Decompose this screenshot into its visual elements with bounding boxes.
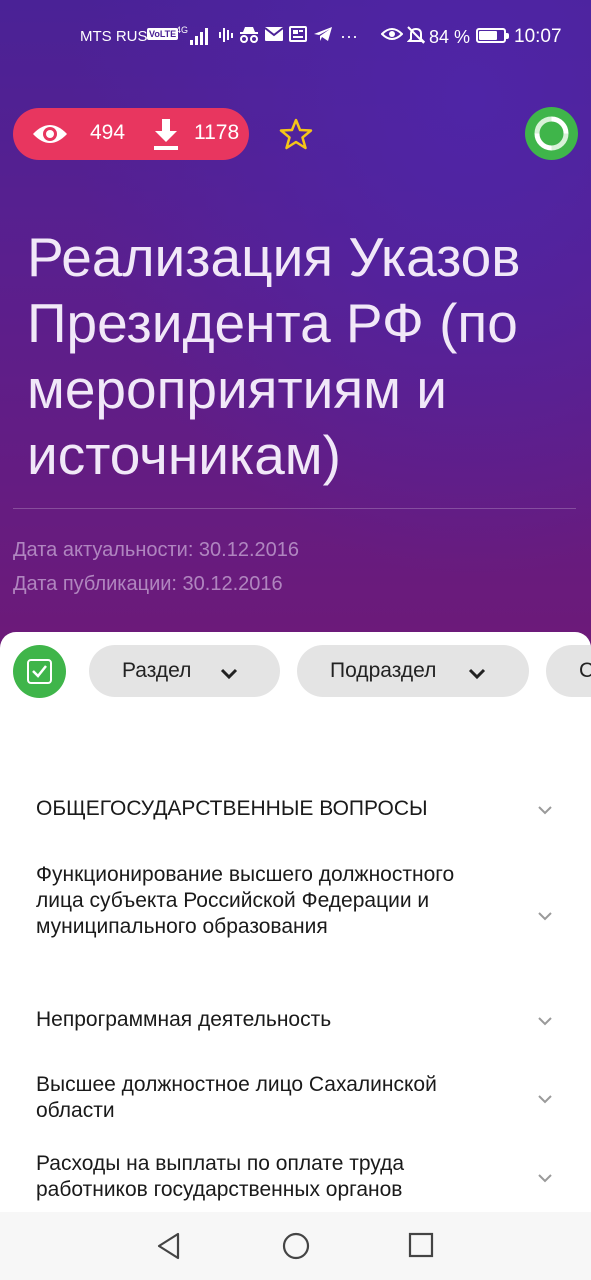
filter-chip-subsection[interactable]: Подраздел [297,645,529,697]
chevron-down-icon[interactable] [537,908,553,926]
list-item[interactable]: Расходы на выплаты по оплате труда работ… [36,1151,496,1203]
checkbox-checked-icon [27,659,52,684]
filter-chip-more[interactable]: С [546,645,591,697]
network-type-label: 4G [176,25,189,35]
eye-icon [380,26,404,48]
carrier-label: MTS RUS [80,28,148,45]
mail-icon [264,26,284,48]
list-item[interactable]: ОБЩЕГОСУДАРСТВЕННЫЕ ВОПРОСЫ [36,796,496,822]
eye-icon [31,120,69,153]
battery-icon [476,28,509,43]
chevron-down-icon[interactable] [537,1170,553,1188]
views-count: 494 [90,121,126,144]
list-item[interactable]: Функционирование высшего должностного ли… [36,862,496,940]
list-item[interactable]: Непрограммная деятельность [36,1007,496,1033]
notifications-off-icon [406,26,426,50]
chevron-down-icon[interactable] [537,1091,553,1109]
battery-percent: 84 % [429,27,471,47]
downloads-count: 1178 [194,121,240,144]
stats-pill: 494 1178 [13,108,249,160]
chevron-down-icon [220,662,238,686]
chip-label: Раздел [122,659,192,682]
news-icon [289,26,307,48]
circle-progress-icon [534,116,569,151]
battery-level-fill [479,31,498,40]
more-icon: ··· [340,26,358,46]
publication-date: Дата публикации: 30.12.2016 [13,573,283,595]
signal-icon [190,27,212,45]
telegram-icon [313,26,333,48]
page-title: Реализация Указов Президента РФ (по меро… [27,226,521,486]
filter-chip-section[interactable]: Раздел [89,645,280,697]
content-sheet: Раздел Подраздел С ОБЩЕГОСУДАРСТВЕННЫЕ В… [0,632,591,1222]
favorite-star-icon[interactable] [279,117,313,151]
relevance-date: Дата актуальности: 30.12.2016 [13,539,300,561]
volte-badge: VoLTE [147,28,179,40]
status-bar: MTS RUS VoLTE 4G ··· 84 % 10:07 [0,0,591,74]
download-icon [153,119,179,156]
status-indicator-button[interactable] [525,107,578,160]
back-icon[interactable] [156,1232,182,1265]
chip-label: С [579,659,591,682]
chevron-down-icon[interactable] [537,1013,553,1031]
home-icon[interactable] [282,1232,310,1265]
divider [13,508,576,509]
chip-label: Подраздел [330,659,437,682]
select-all-button[interactable] [13,645,66,698]
clock: 10:07 [514,26,562,47]
chevron-down-icon [468,662,486,686]
incognito-icon [239,26,259,50]
chevron-down-icon[interactable] [537,802,553,820]
system-nav-bar [0,1212,591,1280]
recents-icon[interactable] [408,1232,434,1263]
podcast-icon [219,26,233,50]
list-item[interactable]: Высшее должностное лицо Сахалинской обла… [36,1072,496,1124]
